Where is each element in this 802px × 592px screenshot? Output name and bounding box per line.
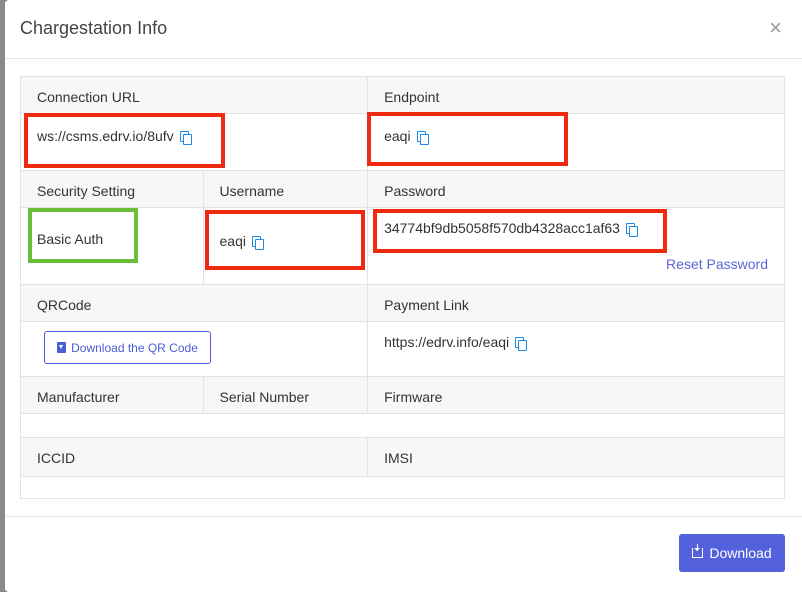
copy-icon[interactable]	[515, 337, 528, 351]
download-icon	[57, 342, 67, 353]
payment-link-cell: https://edrv.info/eaqi	[367, 322, 784, 376]
connection-value-row: ws://csms.edrv.io/8ufv eaqi	[20, 112, 785, 170]
firmware-value	[367, 414, 784, 437]
endpoint-label: Endpoint	[367, 77, 784, 113]
highlight-box-red	[204, 210, 365, 270]
security-header-row: Security Setting Username Password	[20, 170, 785, 208]
payment-link-label: Payment Link	[367, 285, 784, 321]
download-button[interactable]: Download	[679, 534, 785, 572]
modal-header: Chargestation Info ×	[5, 0, 802, 59]
security-value-row: Basic Auth eaqi 34774bf9db5058f570db4328…	[20, 208, 785, 284]
connection-url-cell: ws://csms.edrv.io/8ufv	[21, 113, 367, 170]
download-button-label: Download	[709, 545, 772, 561]
username-label: Username	[202, 171, 368, 207]
security-setting-cell: Basic Auth	[21, 208, 203, 284]
reset-password-link[interactable]: Reset Password	[666, 256, 768, 272]
info-table: Connection URL Endpoint ws://csms.edrv.i…	[20, 76, 785, 499]
username-cell: eaqi	[202, 208, 368, 284]
highlight-box-red	[24, 113, 225, 168]
iccid-value	[21, 477, 367, 498]
highlight-box-red	[373, 209, 668, 253]
password-label: Password	[367, 171, 784, 207]
security-setting-label: Security Setting	[37, 183, 136, 199]
serial-number-label: Serial Number	[202, 377, 368, 413]
iccid-label: ICCID	[37, 450, 76, 466]
password-cell: 34774bf9db5058f570db4328acc1af63 Reset P…	[367, 208, 784, 284]
close-icon[interactable]: ×	[769, 17, 782, 39]
sim-header-row: ICCID IMSI	[20, 437, 785, 477]
download-qr-code-button[interactable]: Download the QR Code	[44, 331, 211, 364]
connection-url-label: Connection URL	[37, 89, 140, 105]
modal-title: Chargestation Info	[20, 18, 168, 38]
sim-value-row	[20, 477, 785, 499]
modal-footer: Download	[5, 516, 802, 592]
download-qr-code-label: Download the QR Code	[71, 340, 198, 355]
qrcode-label: QRCode	[37, 297, 92, 313]
imsi-label: IMSI	[367, 438, 784, 476]
qrcode-cell: Download the QR Code	[21, 322, 367, 376]
manufacturer-label: Manufacturer	[37, 389, 120, 405]
endpoint-cell: eaqi	[367, 112, 784, 170]
manufacturer-value	[21, 414, 203, 437]
highlight-box-red	[367, 112, 569, 166]
chargestation-info-modal: Chargestation Info × Connection URL Endp…	[5, 0, 802, 592]
payment-link-value: https://edrv.info/eaqi	[384, 334, 528, 351]
connection-header-row: Connection URL Endpoint	[20, 76, 785, 114]
hardware-value-row	[20, 414, 785, 437]
download-icon	[692, 544, 704, 558]
imsi-value	[367, 477, 784, 498]
hardware-header-row: Manufacturer Serial Number Firmware	[20, 376, 785, 414]
qr-payment-value-row: Download the QR Code https://edrv.info/e…	[20, 322, 785, 376]
qr-payment-header-row: QRCode Payment Link	[20, 284, 785, 322]
highlight-box-green	[28, 208, 138, 263]
serial-number-value	[203, 414, 368, 437]
payment-link-text[interactable]: https://edrv.info/eaqi	[384, 334, 509, 350]
firmware-label: Firmware	[367, 377, 784, 413]
